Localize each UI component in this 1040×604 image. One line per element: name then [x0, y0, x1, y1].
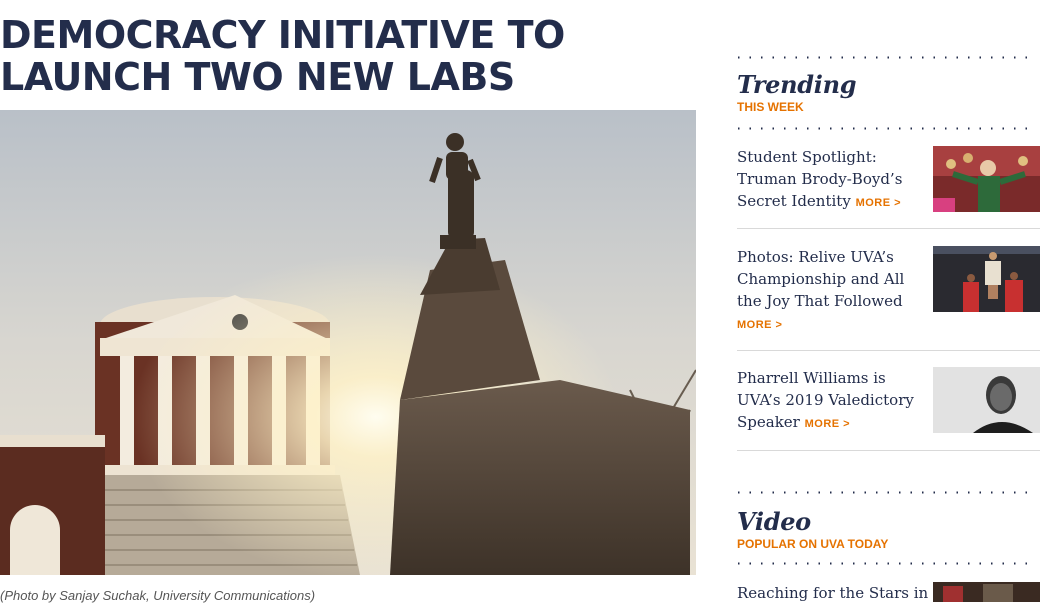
article-headline: DEMOCRACY INITIATIVE TO LAUNCH TWO NEW L… — [0, 13, 565, 99]
story-thumbnail[interactable] — [933, 246, 1040, 312]
dotted-divider — [738, 56, 1037, 59]
story-headline[interactable]: Reaching for the Stars in — [737, 582, 928, 604]
video-title: Video — [737, 507, 811, 536]
more-link[interactable]: MORE > — [737, 319, 782, 331]
hero-photo[interactable] — [0, 110, 696, 575]
story-thumbnail[interactable] — [933, 146, 1040, 212]
trending-title: Trending — [737, 70, 857, 99]
dotted-divider — [738, 127, 1037, 130]
video-subtitle: POPULAR ON UVA TODAY — [737, 537, 889, 551]
dotted-divider — [738, 562, 1037, 565]
story-divider — [737, 228, 1040, 229]
video-thumbnail[interactable] — [933, 582, 1040, 602]
story-headline[interactable]: Student Spotlight: Truman Brody-Boyd’s S… — [737, 146, 919, 214]
more-link[interactable]: MORE > — [805, 418, 850, 430]
story-headline[interactable]: Photos: Relive UVA’s Championship and Al… — [737, 246, 919, 336]
sidebar: Trending THIS WEEK Student Spotlight: Tr… — [737, 0, 1040, 602]
trending-subtitle: THIS WEEK — [737, 100, 804, 114]
story-divider — [737, 350, 1040, 351]
dotted-divider — [738, 491, 1037, 494]
story-thumbnail[interactable] — [933, 367, 1040, 433]
story-divider — [737, 450, 1040, 451]
photo-caption: (Photo by Sanjay Suchak, University Comm… — [0, 588, 316, 603]
story-headline[interactable]: Pharrell Williams is UVA’s 2019 Valedict… — [737, 367, 919, 435]
more-link[interactable]: MORE > — [856, 197, 901, 209]
